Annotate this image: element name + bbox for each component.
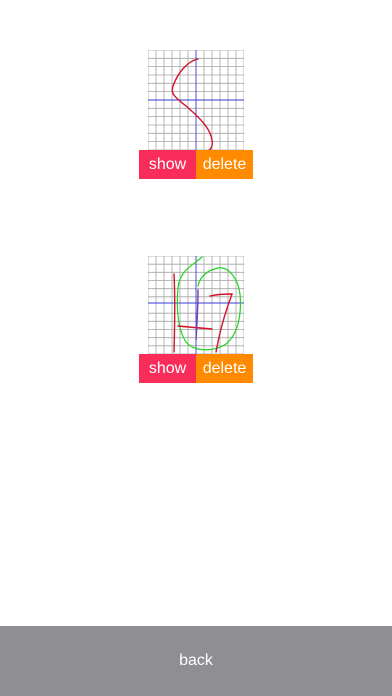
drawing-card: show delete xyxy=(139,50,253,179)
bottom-bar[interactable]: back xyxy=(0,626,392,696)
back-button[interactable]: back xyxy=(179,652,213,670)
delete-button[interactable]: delete xyxy=(196,354,253,383)
saved-drawings-screen: show delete show delete back xyxy=(0,0,392,696)
drawn-stroke xyxy=(173,273,176,353)
drawing-card: show delete xyxy=(139,256,253,383)
drawing-actions: show delete xyxy=(139,354,253,383)
show-button[interactable]: show xyxy=(139,354,196,383)
drawing-thumbnail xyxy=(148,50,244,150)
grid xyxy=(148,50,244,150)
delete-button[interactable]: delete xyxy=(196,150,253,179)
drawing-actions: show delete xyxy=(139,150,253,179)
drawing-thumbnail xyxy=(148,256,244,354)
show-button[interactable]: show xyxy=(139,150,196,179)
